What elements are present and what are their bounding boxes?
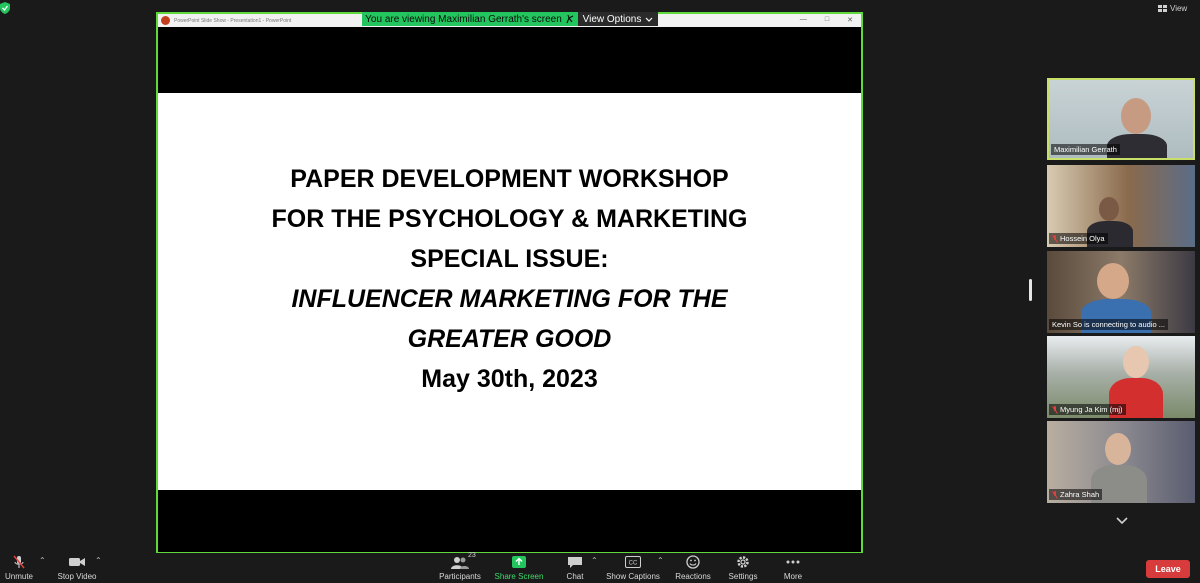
slide-date: May 30th, 2023 <box>421 365 598 393</box>
video-tile-kevin[interactable]: Kevin So is connecting to audio ... <box>1047 251 1195 333</box>
more-dots-icon <box>786 560 800 564</box>
svg-text:CC: CC <box>629 561 638 567</box>
reactions-label: Reactions <box>675 572 711 581</box>
gear-icon <box>737 556 749 568</box>
participant-name: Zahra Shah <box>1049 489 1103 500</box>
participant-name: Myung Ja Kim (mj) <box>1049 404 1126 415</box>
viewing-screen-banner: You are viewing Maximilian Gerrath's scr… <box>362 12 578 26</box>
more-button[interactable]: More <box>763 555 823 581</box>
chat-options-caret-icon[interactable]: ⌃ <box>591 556 598 565</box>
view-button[interactable]: View <box>1158 2 1192 14</box>
closed-captions-icon: CC <box>625 556 641 568</box>
participant-name: Hossein Olya <box>1049 233 1108 244</box>
participant-face <box>1123 346 1149 378</box>
mic-muted-icon <box>13 555 25 569</box>
more-label: More <box>783 572 803 581</box>
powerpoint-icon <box>161 16 170 25</box>
slide-title-line-1: PAPER DEVELOPMENT WORKSHOP <box>290 165 729 193</box>
chat-label: Chat <box>566 572 584 581</box>
video-tile-myung-ja[interactable]: Myung Ja Kim (mj) <box>1047 336 1195 418</box>
shield-icon[interactable] <box>0 2 10 14</box>
share-screen-icon <box>512 556 526 568</box>
slide-title-line-4: INFLUENCER MARKETING FOR THE <box>291 285 728 313</box>
participants-count: 23 <box>468 552 476 559</box>
view-options-label: View Options <box>582 13 642 25</box>
participants-icon <box>451 556 469 569</box>
share-screen-button[interactable]: Share Screen <box>489 555 549 581</box>
participant-name: Maximilian Gerrath <box>1051 144 1120 155</box>
maximize-icon: □ <box>824 16 830 23</box>
mic-muted-icon <box>1052 490 1058 499</box>
slide-title-line-5: GREATER GOOD <box>407 325 612 353</box>
minimize-icon: — <box>799 16 807 23</box>
chevron-down-icon <box>645 17 653 22</box>
participants-button[interactable]: 23 Participants <box>430 552 490 581</box>
pointer-icon <box>566 14 574 24</box>
participant-face <box>1105 433 1131 465</box>
viewing-banner-text: You are viewing Maximilian Gerrath's scr… <box>365 13 562 25</box>
mic-muted-icon <box>1052 405 1058 414</box>
mic-muted-icon <box>1052 234 1058 243</box>
share-screen-label: Share Screen <box>494 572 544 581</box>
smiley-icon <box>686 555 700 569</box>
video-options-caret-icon[interactable]: ⌃ <box>95 556 102 565</box>
slide-title-line-2: FOR THE PSYCHOLOGY & MARKETING <box>271 205 748 233</box>
close-icon: ✕ <box>847 17 853 24</box>
view-label: View <box>1170 3 1188 13</box>
meeting-toolbar: Unmute ⌃ Stop Video ⌃ 23 Participants Sh… <box>0 552 1200 583</box>
settings-label: Settings <box>728 572 758 581</box>
video-tile-zahra[interactable]: Zahra Shah <box>1047 421 1195 503</box>
chat-icon <box>568 556 582 568</box>
slide-title-line-3: SPECIAL ISSUE: <box>410 245 609 273</box>
participant-name: Kevin So is connecting to audio ... <box>1049 319 1168 330</box>
audio-options-caret-icon[interactable]: ⌃ <box>39 556 46 565</box>
participants-label: Participants <box>439 572 481 581</box>
video-tile-hossein[interactable]: Hossein Olya <box>1047 165 1195 247</box>
video-tile-maximilian[interactable]: Maximilian Gerrath <box>1047 78 1195 160</box>
video-camera-icon <box>69 558 85 566</box>
panel-resize-handle[interactable] <box>1029 279 1032 301</box>
shared-screen: PowerPoint Slide Show - Presentation1 - … <box>156 12 863 554</box>
view-options-button[interactable]: View Options <box>578 12 658 26</box>
participant-face <box>1099 197 1119 221</box>
presentation-slide: PAPER DEVELOPMENT WORKSHOP FOR THE PSYCH… <box>158 93 861 490</box>
participant-face <box>1097 263 1129 299</box>
grid-icon <box>1158 4 1167 12</box>
stop-video-label: Stop Video <box>57 572 97 581</box>
participant-face <box>1121 98 1151 134</box>
leave-button[interactable]: Leave <box>1146 560 1190 578</box>
scroll-down-chevron-icon[interactable] <box>1115 516 1129 526</box>
show-captions-label: Show Captions <box>606 572 660 581</box>
unmute-label: Unmute <box>4 572 33 581</box>
powerpoint-window-title: PowerPoint Slide Show - Presentation1 - … <box>174 17 292 24</box>
show-captions-button[interactable]: CC Show Captions <box>603 555 663 581</box>
